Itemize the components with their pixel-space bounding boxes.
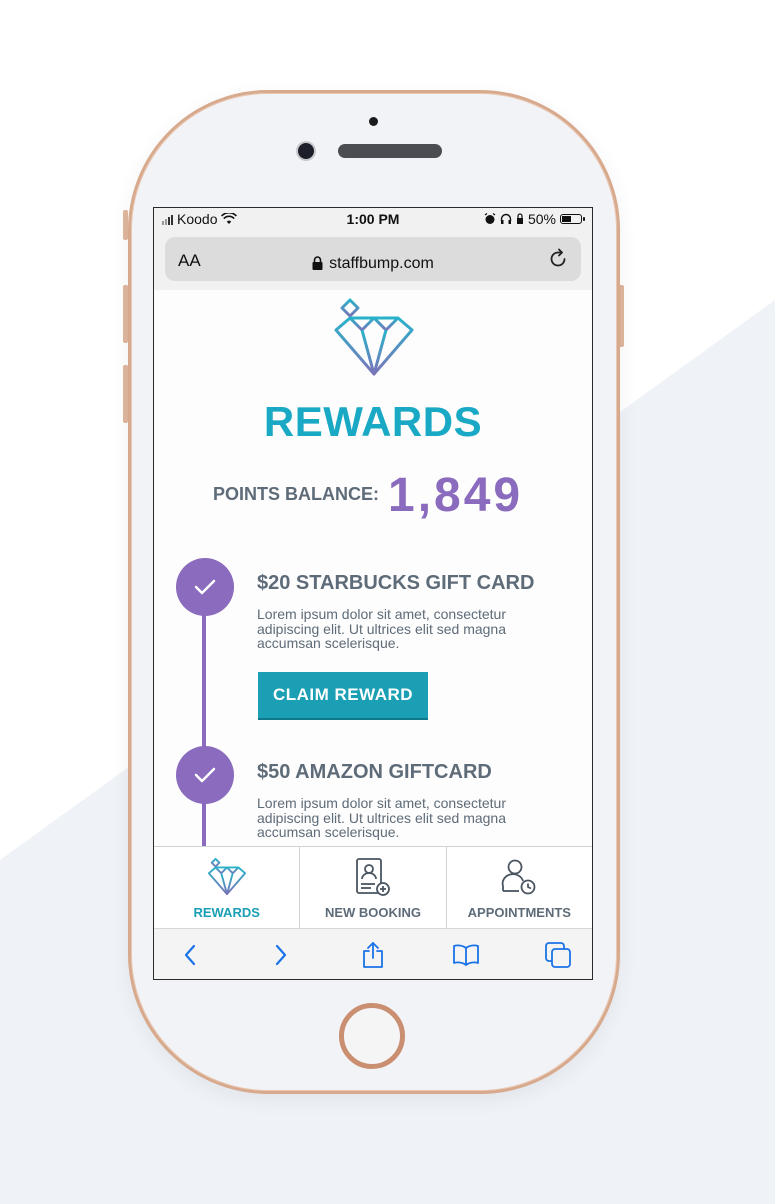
reward-description-line: Lorem ipsum dolor sit amet, consectetur [257,795,506,811]
status-bar: Koodo 1:00 PM 50% [154,208,592,232]
appointments-icon [502,859,536,895]
page-title: REWARDS [263,398,483,445]
headphones-icon [500,213,512,224]
reward-description-line: Lorem ipsum dolor sit amet, consectetur [257,606,506,622]
tab-label: NEW BOOKING [324,905,422,920]
url-text: staffbump.com [329,255,434,272]
bookmarks-button[interactable] [452,941,480,969]
reload-icon[interactable] [549,248,569,270]
chevron-left-icon [184,944,196,966]
back-button[interactable] [176,941,204,969]
home-button[interactable] [339,1003,405,1069]
diamond-icon [207,857,246,896]
tabs-button[interactable] [544,941,572,969]
reward-title: $20 STARBUCKS GIFT CARD [257,572,535,594]
browser-toolbar [154,928,592,979]
app-tab-bar: REWARDS NEW BOOKING APPOINTMENTS [154,846,592,929]
reward-description: Lorem ipsum dolor sit amet, consectetur … [257,796,557,840]
forward-button[interactable] [267,941,295,969]
booking-icon [356,858,390,896]
reward-title: $50 AMAZON GIFTCARD [257,761,492,783]
points-balance-value: 1,849 [388,469,524,522]
tabs-icon [545,942,571,968]
tab-label: APPOINTMENTS [467,905,571,920]
book-icon [453,944,479,966]
earpiece-speaker [338,144,442,158]
reward-description-line: adipiscing elit. Ut ultrices elit sed ma… [257,809,507,826]
reward-description-line: adipiscing elit. Ut ultrices elit sed ma… [257,620,507,637]
share-button[interactable] [359,941,387,969]
claim-reward-button[interactable]: CLAIM REWARD [258,672,428,720]
tab-new-booking[interactable]: NEW BOOKING [300,847,447,929]
proximity-sensor [369,117,378,126]
browser-address-area: AA staffbump.com [154,232,592,290]
timeline-line [202,590,206,850]
battery-percent: 50% [527,211,556,227]
address-bar[interactable]: AA staffbump.com [165,237,581,281]
share-icon [363,942,383,968]
reward-description-line: accumsan scelerisque. [257,824,400,840]
check-icon [176,746,234,804]
alarm-icon [484,213,496,224]
battery-icon [560,214,585,224]
diamond-icon [334,298,414,376]
tab-label: REWARDS [193,905,260,920]
chevron-right-icon [275,944,287,966]
lock-icon [312,256,323,270]
front-camera [298,143,314,159]
reward-description: Lorem ipsum dolor sit amet, consectetur … [257,607,557,651]
points-balance-label: POINTS BALANCE: [213,484,379,504]
reward-description-line: accumsan scelerisque. [257,635,400,651]
tab-rewards[interactable]: REWARDS [154,847,301,929]
orientation-lock-icon [516,213,523,224]
check-icon [176,558,234,616]
tab-appointments[interactable]: APPOINTMENTS [447,847,592,929]
page-content: REWARDS POINTS BALANCE: 1,849 $20 STARBU… [154,290,592,850]
phone-screen: Koodo 1:00 PM 50% AA staffbump.com REWAR… [153,207,593,980]
